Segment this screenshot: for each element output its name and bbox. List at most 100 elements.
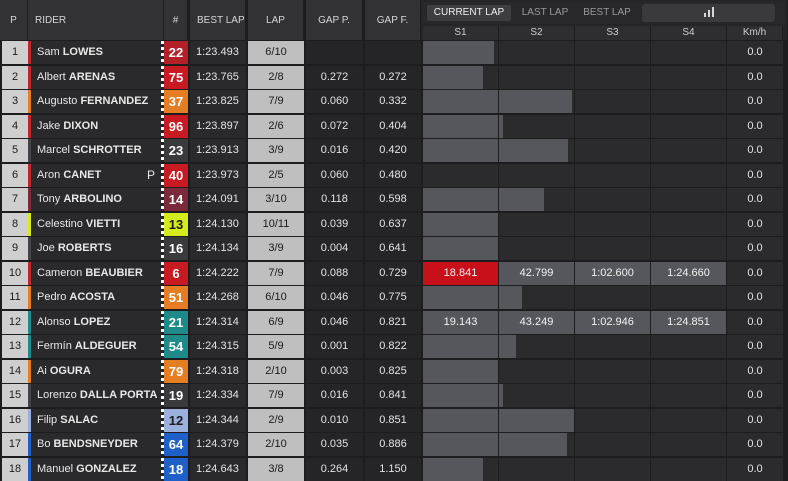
- table-row[interactable]: 12Alonso LOPEZ211:24.3146/90.0460.82119.…: [0, 310, 788, 335]
- gap-first-cell: 0.822: [365, 335, 421, 358]
- table-row[interactable]: 3Augusto FERNANDEZ371:23.8257/90.0600.33…: [0, 89, 788, 114]
- lap-count-cell: 2/9: [248, 409, 304, 432]
- tab-current-lap[interactable]: CURRENT LAP: [427, 5, 511, 21]
- gap-previous-cell: 0.004: [306, 237, 363, 260]
- rider-number-badge: 6: [164, 262, 188, 285]
- lap-count-cell: 2/10: [248, 433, 304, 456]
- best-lap-cell: 1:24.134: [190, 237, 246, 260]
- rider-name-cell[interactable]: Ai OGURA: [31, 360, 161, 383]
- sector-s4-cell: [651, 164, 726, 187]
- sector-s1-cell: [423, 237, 498, 260]
- rider-name-cell[interactable]: Lorenzo DALLA PORTA: [31, 384, 161, 407]
- rider-name-cell[interactable]: Manuel GONZALEZ: [31, 458, 161, 481]
- stats-button[interactable]: [642, 4, 775, 22]
- gap-previous-cell: 0.060: [306, 90, 363, 113]
- col-header-rider[interactable]: RIDER: [28, 0, 164, 40]
- rider-name-cell[interactable]: Filip SALAC: [31, 409, 161, 432]
- sector-s1-cell: [423, 433, 498, 456]
- rider-name-cell[interactable]: Marcel SCHROTTER: [31, 139, 161, 162]
- sector-s3-cell: 1:02.600: [575, 262, 650, 285]
- sector-progress-bar: [423, 66, 483, 89]
- position-cell: 18: [2, 458, 28, 481]
- table-row[interactable]: 2Albert ARENAS751:23.7652/80.2720.2720.0: [0, 65, 788, 90]
- rider-name-cell[interactable]: Tony ARBOLINO: [31, 188, 161, 211]
- gap-first-cell: 0.775: [365, 286, 421, 309]
- rider-name-cell[interactable]: Bo BENDSNEYDER: [31, 433, 161, 456]
- table-row[interactable]: 7Tony ARBOLINO141:24.0913/100.1180.5980.…: [0, 187, 788, 212]
- table-row[interactable]: 11Pedro ACOSTA511:24.2686/100.0460.7750.…: [0, 285, 788, 310]
- best-lap-cell: 1:24.222: [190, 262, 246, 285]
- table-row[interactable]: 15Lorenzo DALLA PORTA191:24.3347/90.0160…: [0, 383, 788, 408]
- gap-first-cell: [365, 41, 421, 64]
- sector-progress-bar: [499, 139, 568, 162]
- rider-last-name: GONZALEZ: [76, 463, 137, 475]
- table-row[interactable]: 6Aron CANETP401:23.9732/50.0600.4800.0: [0, 163, 788, 188]
- best-lap-cell: 1:23.493: [190, 41, 246, 64]
- gap-previous-cell: 0.010: [306, 409, 363, 432]
- table-row[interactable]: 17Bo BENDSNEYDER641:24.3792/100.0350.886…: [0, 432, 788, 457]
- gap-first-cell: 0.272: [365, 66, 421, 89]
- rider-name-cell[interactable]: Cameron BEAUBIER: [31, 262, 161, 285]
- speed-cell: 0.0: [727, 237, 783, 260]
- sector-progress-bar: [499, 409, 574, 432]
- best-lap-cell: 1:24.643: [190, 458, 246, 481]
- rider-number-badge: 79: [164, 360, 188, 383]
- position-cell: 10: [2, 262, 28, 285]
- sector-s1-cell: [423, 335, 498, 358]
- tab-last-lap[interactable]: LAST LAP: [515, 5, 575, 21]
- rider-name-cell[interactable]: Pedro ACOSTA: [31, 286, 161, 309]
- col-header-gap-p[interactable]: GAP P.: [306, 0, 363, 40]
- sector-s4-cell: [651, 286, 726, 309]
- rider-name-cell[interactable]: Aron CANETP: [31, 164, 161, 187]
- rider-first-name: Tony: [37, 193, 60, 205]
- col-header-gap-f[interactable]: GAP F.: [365, 0, 421, 40]
- rider-first-name: Joe: [37, 242, 55, 254]
- position-cell: 7: [2, 188, 28, 211]
- table-row[interactable]: 1Sam LOWES221:23.4936/100.0: [0, 40, 788, 65]
- rider-last-name: ARENAS: [69, 71, 115, 83]
- position-cell: 15: [2, 384, 28, 407]
- col-header-best-lap[interactable]: BEST LAP: [190, 0, 246, 40]
- col-header-lap[interactable]: LAP: [248, 0, 304, 40]
- rider-name-cell[interactable]: Fermín ALDEGUER: [31, 335, 161, 358]
- sector-progress-bar: [423, 458, 483, 481]
- rider-name-cell[interactable]: Augusto FERNANDEZ: [31, 90, 161, 113]
- rider-number-badge: 22: [164, 41, 188, 64]
- sector-s4-cell: [651, 433, 726, 456]
- table-row[interactable]: 14Ai OGURA791:24.3182/100.0030.8250.0: [0, 359, 788, 384]
- speed-cell: 0.0: [727, 90, 783, 113]
- sector-progress-bar: [423, 139, 498, 162]
- table-row[interactable]: 16Filip SALAC121:24.3442/90.0100.8510.0: [0, 408, 788, 433]
- gap-first-cell: 0.641: [365, 237, 421, 260]
- rider-last-name: CANET: [63, 169, 101, 181]
- table-row[interactable]: 8Celestino VIETTI131:24.13010/110.0390.6…: [0, 212, 788, 237]
- sector-progress-bar: [423, 90, 498, 113]
- rider-name-cell[interactable]: Sam LOWES: [31, 41, 161, 64]
- gap-previous-cell: 0.272: [306, 66, 363, 89]
- sector-s2-cell: [499, 41, 574, 64]
- sector-progress-bar: [499, 188, 544, 211]
- tab-best-lap[interactable]: BEST LAP: [579, 5, 635, 21]
- sector-s4-cell: [651, 360, 726, 383]
- gap-first-cell: 0.404: [365, 115, 421, 138]
- table-row[interactable]: 10Cameron BEAUBIER61:24.2227/90.0880.729…: [0, 261, 788, 286]
- best-lap-cell: 1:24.091: [190, 188, 246, 211]
- rider-name-cell[interactable]: Alonso LOPEZ: [31, 311, 161, 334]
- gap-first-cell: 0.886: [365, 433, 421, 456]
- best-lap-cell: 1:24.314: [190, 311, 246, 334]
- rider-number-badge: 18: [164, 458, 188, 481]
- sector-s1-cell: [423, 213, 498, 236]
- position-cell: 13: [2, 335, 28, 358]
- rider-name-cell[interactable]: Jake DIXON: [31, 115, 161, 138]
- rider-name-cell[interactable]: Celestino VIETTI: [31, 213, 161, 236]
- table-row[interactable]: 18Manuel GONZALEZ181:24.6433/80.2641.150…: [0, 457, 788, 481]
- sector-progress-bar: [423, 115, 498, 138]
- table-row[interactable]: 4Jake DIXON961:23.8972/60.0720.4040.0: [0, 114, 788, 139]
- table-row[interactable]: 13Fermín ALDEGUER541:24.3155/90.0010.822…: [0, 334, 788, 359]
- rider-name-cell[interactable]: Albert ARENAS: [31, 66, 161, 89]
- rider-name-cell[interactable]: Joe ROBERTS: [31, 237, 161, 260]
- table-row[interactable]: 5Marcel SCHROTTER231:23.9133/90.0160.420…: [0, 138, 788, 163]
- lap-count-cell: 7/9: [248, 262, 304, 285]
- table-row[interactable]: 9Joe ROBERTS161:24.1343/90.0040.6410.0: [0, 236, 788, 261]
- sector-s4-cell: [651, 115, 726, 138]
